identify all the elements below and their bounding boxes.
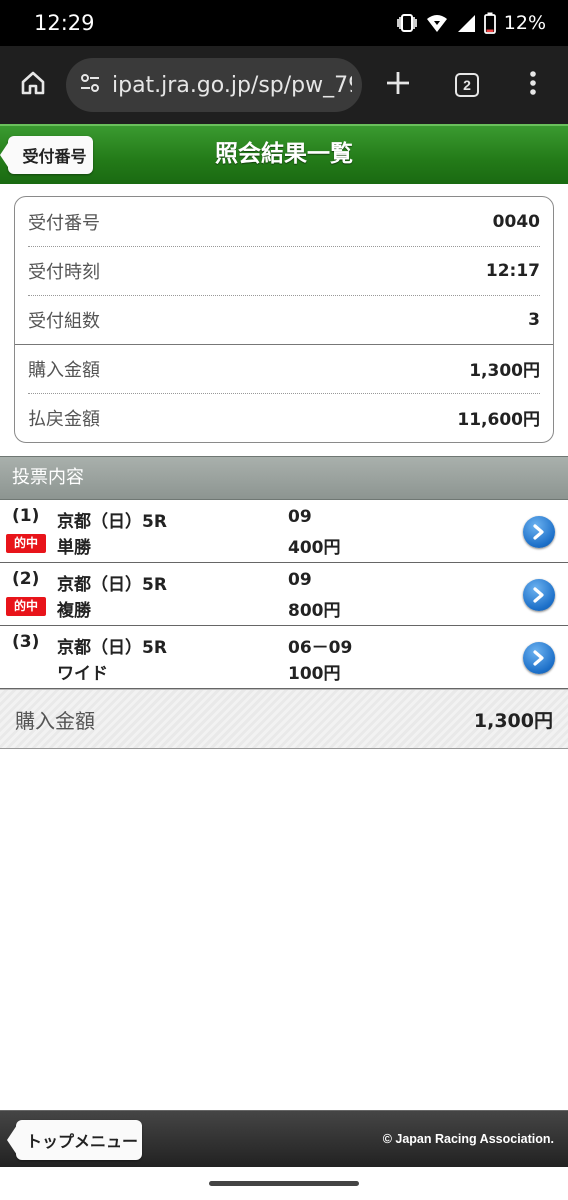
summary-label: 購入金額 bbox=[28, 359, 100, 381]
bet-combination: 09 bbox=[288, 570, 312, 590]
summary-label: 払戻金額 bbox=[28, 408, 100, 430]
total-value: 1,300円 bbox=[473, 709, 553, 732]
wifi-icon bbox=[426, 13, 448, 33]
total-purchase-row: 購入金額 1,300円 bbox=[0, 689, 568, 749]
bet-amount: 400円 bbox=[288, 538, 341, 558]
bet-number: (3) bbox=[12, 632, 40, 652]
total-label: 購入金額 bbox=[15, 708, 95, 733]
site-settings-icon[interactable] bbox=[78, 71, 108, 99]
hit-badge: 的中 bbox=[6, 597, 46, 616]
summary-card: 受付番号 0040 受付時刻 12:17 受付組数 3 購入金額 1,300円 … bbox=[14, 196, 554, 443]
battery-icon bbox=[483, 12, 496, 34]
plus-icon bbox=[385, 70, 411, 100]
chevron-right-icon[interactable] bbox=[523, 642, 555, 674]
section-header-bet-details: 投票内容 bbox=[0, 456, 568, 500]
bet-row[interactable]: (1) 的中 京都（日）5R 単勝 09 400円 bbox=[0, 500, 568, 563]
bet-race: 京都（日）5R bbox=[57, 512, 167, 532]
bet-amount: 800円 bbox=[288, 601, 341, 621]
bet-row[interactable]: (2) 的中 京都（日）5R 複勝 09 800円 bbox=[0, 563, 568, 626]
bet-race: 京都（日）5R bbox=[57, 575, 167, 595]
hit-badge: 的中 bbox=[6, 534, 46, 553]
bet-race: 京都（日）5R bbox=[57, 638, 167, 658]
bet-combination: 09 bbox=[288, 507, 312, 527]
summary-label: 受付時刻 bbox=[28, 261, 100, 283]
new-tab-button[interactable] bbox=[362, 46, 434, 124]
summary-row-receipt-number: 受付番号 0040 bbox=[28, 197, 540, 246]
home-button[interactable] bbox=[0, 46, 66, 124]
bet-number: (1) bbox=[12, 506, 40, 526]
status-bar: 12:29 12% bbox=[0, 0, 568, 46]
bet-amount: 100円 bbox=[288, 664, 341, 684]
footer: トップメニュー © Japan Racing Association. bbox=[0, 1110, 568, 1167]
summary-row-purchase-amount: 購入金額 1,300円 bbox=[28, 344, 540, 393]
battery-percent: 12% bbox=[503, 12, 546, 34]
address-bar[interactable]: ipat.jra.go.jp/sp/pw_79 bbox=[66, 58, 362, 112]
tabs-icon: 2 bbox=[455, 73, 479, 97]
summary-row-bet-count: 受付組数 3 bbox=[28, 295, 540, 344]
bet-type: 単勝 bbox=[57, 538, 91, 558]
summary-row-payout-amount: 払戻金額 11,600円 bbox=[28, 393, 540, 442]
summary-label: 受付組数 bbox=[28, 310, 100, 332]
home-icon bbox=[19, 69, 47, 101]
copyright: © Japan Racing Association. bbox=[382, 1132, 554, 1146]
bet-number: (2) bbox=[12, 569, 40, 589]
summary-label: 受付番号 bbox=[28, 212, 100, 234]
url-text: ipat.jra.go.jp/sp/pw_79 bbox=[112, 72, 352, 98]
more-vert-icon bbox=[529, 70, 537, 100]
summary-row-receipt-time: 受付時刻 12:17 bbox=[28, 246, 540, 295]
top-menu-button[interactable]: トップメニュー bbox=[7, 1120, 142, 1160]
bet-type: ワイド bbox=[57, 664, 108, 684]
summary-value: 1,300円 bbox=[469, 361, 540, 381]
gesture-nav-area bbox=[0, 1167, 568, 1200]
bet-row[interactable]: (3) 京都（日）5R ワイド 06－09 100円 bbox=[0, 626, 568, 689]
status-time: 12:29 bbox=[34, 11, 95, 35]
back-button[interactable]: 受付番号 bbox=[0, 136, 93, 174]
chevron-right-icon[interactable] bbox=[523, 579, 555, 611]
summary-value: 11,600円 bbox=[457, 410, 540, 430]
vibrate-icon bbox=[396, 13, 418, 33]
summary-value: 3 bbox=[528, 309, 540, 330]
chevron-right-icon[interactable] bbox=[523, 516, 555, 548]
tab-switcher-button[interactable]: 2 bbox=[434, 46, 500, 124]
summary-value: 0040 bbox=[492, 211, 540, 232]
gesture-handle[interactable] bbox=[209, 1181, 359, 1186]
bet-type: 複勝 bbox=[57, 601, 91, 621]
browser-toolbar: ipat.jra.go.jp/sp/pw_79 2 bbox=[0, 46, 568, 124]
page-header: 照会結果一覧 受付番号 bbox=[0, 124, 568, 184]
summary-value: 12:17 bbox=[485, 260, 540, 281]
browser-menu-button[interactable] bbox=[500, 46, 566, 124]
bet-combination: 06－09 bbox=[288, 638, 353, 658]
status-icons: 12% bbox=[396, 12, 546, 34]
signal-icon bbox=[456, 13, 476, 33]
